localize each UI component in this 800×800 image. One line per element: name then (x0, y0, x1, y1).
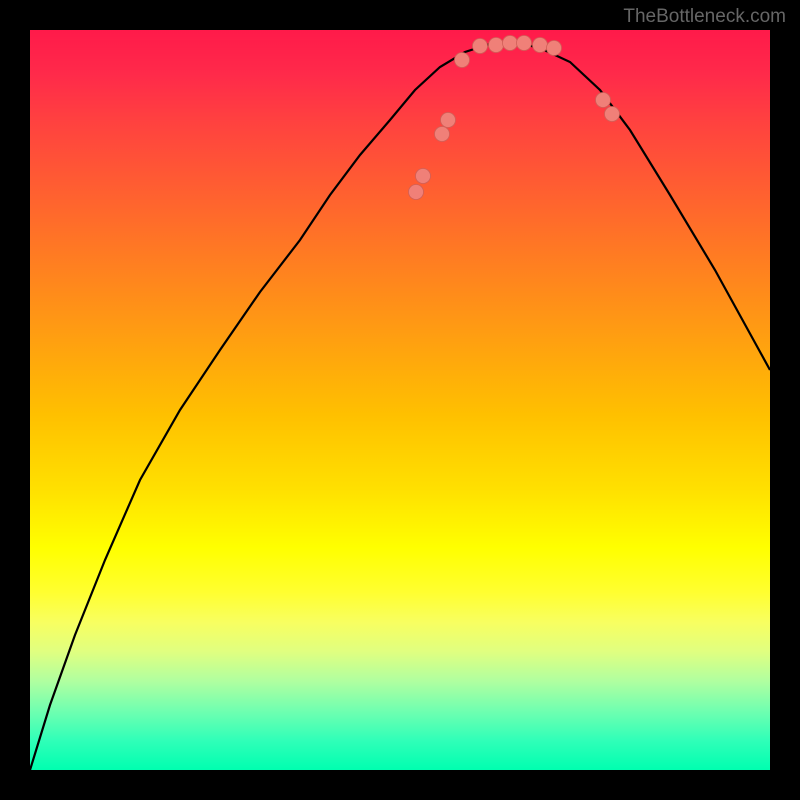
data-point (596, 93, 611, 108)
data-point (473, 39, 488, 54)
data-point (416, 169, 431, 184)
data-point (455, 53, 470, 68)
data-point (517, 36, 532, 51)
data-points (409, 36, 620, 200)
bottleneck-curve (30, 42, 770, 770)
data-point (409, 185, 424, 200)
data-point (503, 36, 518, 51)
data-point (441, 113, 456, 128)
data-point (533, 38, 548, 53)
plot-area (30, 30, 770, 770)
chart-svg (30, 30, 770, 770)
data-point (489, 38, 504, 53)
data-point (435, 127, 450, 142)
data-point (547, 41, 562, 56)
watermark-text: TheBottleneck.com (623, 6, 786, 28)
data-point (605, 107, 620, 122)
